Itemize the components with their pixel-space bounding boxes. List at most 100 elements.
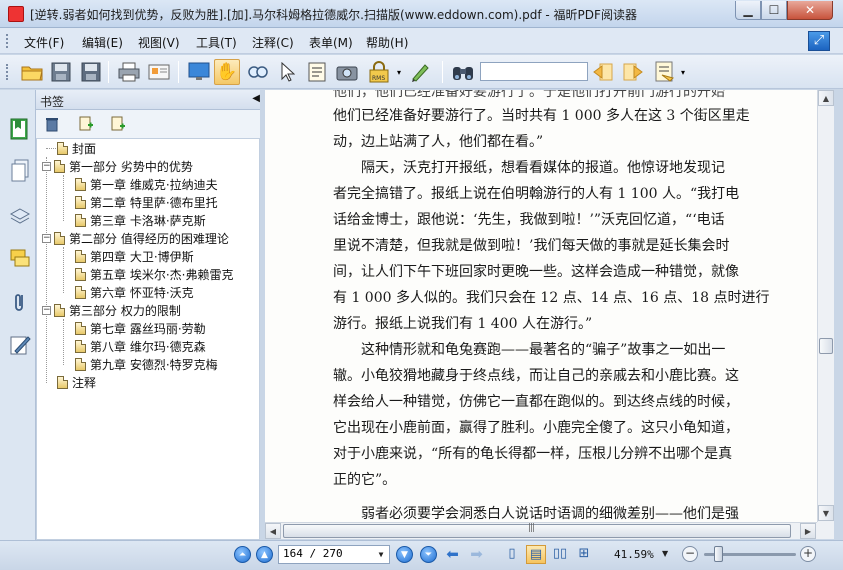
chevron-down-icon[interactable]: ▼ <box>375 548 387 561</box>
bookmark-item[interactable]: 第一章 维威克·拉纳迪夫 <box>75 175 218 193</box>
comments-icon[interactable] <box>9 248 31 270</box>
menu-file[interactable]: 文件(F) <box>24 34 64 51</box>
maximize-button[interactable]: ☐ <box>761 1 787 20</box>
collapse-toggle[interactable]: − <box>42 161 51 171</box>
collapse-panel-icon[interactable]: ◀ <box>252 93 260 104</box>
page-text-line: 游行。报纸上说我们有 1 400 人在游行。” <box>333 316 593 332</box>
document-view[interactable]: 他们，他们已经准备好要游行了。于是他们打开前门游行的开始 他们已经准备好要游行了… <box>265 90 817 522</box>
menu-tools[interactable]: 工具(T) <box>196 34 237 51</box>
page-text-line: 辙。小龟狡猾地藏身于终点线，而让自己的亲戚去和小鹿比赛。这 <box>333 368 739 384</box>
find-input[interactable] <box>480 62 588 81</box>
previous-page-icon[interactable]: ▲ <box>256 546 273 563</box>
bookmark-page-icon <box>75 339 86 353</box>
go-back-icon[interactable]: ⬅ <box>444 546 461 563</box>
continuous-facing-icon[interactable]: ⊞ <box>574 545 594 564</box>
toolbar-grip[interactable] <box>6 64 9 80</box>
binoculars-icon[interactable] <box>450 59 476 85</box>
text-select-icon[interactable] <box>304 59 330 85</box>
bookmark-item[interactable]: − 第三部分 权力的限制 <box>42 301 181 319</box>
select-arrow-icon[interactable] <box>274 59 300 85</box>
zoom-out-icon[interactable]: − <box>682 546 698 562</box>
menu-form[interactable]: 表单(M) <box>309 34 353 51</box>
bookmark-item[interactable]: 注释 <box>57 373 96 391</box>
go-forward-icon[interactable]: ➡ <box>468 546 485 563</box>
next-page-icon[interactable]: ▼ <box>396 546 413 563</box>
menu-view[interactable]: 视图(V) <box>138 34 180 51</box>
zoom-slider-thumb[interactable] <box>714 546 723 562</box>
add-bookmark-icon[interactable] <box>76 114 96 134</box>
close-button[interactable]: ✕ <box>787 1 833 20</box>
menu-comment[interactable]: 注释(C) <box>252 34 294 51</box>
layers-icon[interactable] <box>9 206 31 228</box>
find-next-icon[interactable] <box>620 59 646 85</box>
facing-pages-icon[interactable]: ▯▯ <box>550 545 570 564</box>
menu-help[interactable]: 帮助(H) <box>366 34 408 51</box>
vertical-scrollbar[interactable]: ▲ ▼ <box>817 90 834 522</box>
add-child-bookmark-icon[interactable] <box>108 114 128 134</box>
horizontal-scroll-thumb[interactable] <box>283 523 791 538</box>
scroll-right-arrow[interactable]: ▶ <box>800 523 816 539</box>
magnifier-icon[interactable] <box>245 59 271 85</box>
bookmark-page-icon <box>75 321 86 335</box>
pages-icon[interactable] <box>9 159 31 182</box>
bookmark-item[interactable]: 第九章 安德烈·特罗克梅 <box>75 355 218 373</box>
page-text-line: 间，让人们下午下班回家时更晚一些。这样会造成一种错觉，就像 <box>333 264 739 280</box>
delete-bookmark-icon[interactable] <box>42 114 62 134</box>
minimize-button[interactable]: ▁ <box>735 1 761 20</box>
typewriter-icon[interactable] <box>408 59 434 85</box>
bookmarks-icon[interactable] <box>9 118 31 140</box>
collapse-toggle[interactable]: − <box>42 305 51 315</box>
fullscreen-icon[interactable]: ⤢ <box>808 31 830 51</box>
print-icon[interactable] <box>116 59 142 85</box>
save-icon[interactable] <box>48 59 74 85</box>
bookmark-item[interactable]: − 第二部分 值得经历的困难理论 <box>42 229 229 247</box>
first-page-icon[interactable]: ⏶ <box>234 546 251 563</box>
snapshot-icon[interactable] <box>334 59 360 85</box>
page-text-line: 他们，他们已经准备好要游行了。于是他们打开前门游行的开始 <box>333 90 725 100</box>
chevron-down-icon[interactable]: ▾ <box>678 59 688 85</box>
security-icon[interactable]: RMS <box>366 59 392 85</box>
window-right-edge <box>834 90 843 540</box>
bookmark-item[interactable]: 第四章 大卫·博伊斯 <box>75 247 194 265</box>
menubar-grip[interactable] <box>6 34 9 48</box>
menu-edit[interactable]: 编辑(E) <box>82 34 123 51</box>
page-text-line: 对于小鹿来说，“所有的龟长得都一样，压根儿分辨不出哪个是真 <box>333 446 733 462</box>
page-text-line: 样会给人一种错觉，仿佛它一直都在跑似的。到达终点线的时候， <box>333 394 739 410</box>
bookmark-item[interactable]: 第三章 卡洛琳·萨克斯 <box>75 211 206 229</box>
chevron-down-icon[interactable]: ▼ <box>662 549 668 558</box>
save-as-icon[interactable] <box>78 59 104 85</box>
scroll-left-arrow[interactable]: ◀ <box>265 523 281 539</box>
signature-icon[interactable] <box>9 334 31 356</box>
single-page-icon[interactable]: ▯ <box>502 545 522 564</box>
page-text-line: 他们已经准备好要游行了。当时共有 1 000 多人在这 3 个街区里走 <box>333 108 750 124</box>
collapse-toggle[interactable]: − <box>42 233 51 243</box>
bookmark-page-icon <box>75 267 86 281</box>
scroll-down-arrow[interactable]: ▼ <box>818 505 834 521</box>
bookmark-label: 第三章 卡洛琳·萨克斯 <box>90 213 206 228</box>
bookmark-item[interactable]: − 第一部分 劣势中的优势 <box>42 157 193 175</box>
zoom-in-icon[interactable]: + <box>800 546 816 562</box>
bookmark-item[interactable]: 第七章 露丝玛丽·劳勒 <box>75 319 206 337</box>
find-prev-icon[interactable] <box>590 59 616 85</box>
bookmark-item[interactable]: 第二章 特里萨·德布里托 <box>75 193 218 211</box>
page-number-input[interactable]: 164 / 270 ▼ <box>278 545 390 564</box>
hand-tool-icon[interactable]: ✋ <box>214 59 240 85</box>
last-page-icon[interactable]: ⏷ <box>420 546 437 563</box>
bookmark-item[interactable]: 第五章 埃米尔·杰·弗赖雷克 <box>75 265 233 283</box>
bookmark-item[interactable]: 第八章 维尔玛·德克森 <box>75 337 206 355</box>
horizontal-scrollbar[interactable]: ◀ ▶ <box>265 522 817 539</box>
scroll-up-arrow[interactable]: ▲ <box>818 90 834 106</box>
scan-icon[interactable] <box>146 59 172 85</box>
highlight-icon[interactable] <box>652 59 678 85</box>
bookmark-toolbar <box>36 110 260 138</box>
bookmark-item[interactable]: 封面 <box>57 139 96 157</box>
zoom-level[interactable]: 41.59% <box>614 548 654 561</box>
attachment-icon[interactable] <box>9 292 31 314</box>
bookmark-page-icon <box>75 285 86 299</box>
open-folder-icon[interactable] <box>19 59 45 85</box>
chevron-down-icon[interactable]: ▾ <box>394 59 404 85</box>
bookmark-item[interactable]: 第六章 怀亚特·沃克 <box>75 283 194 301</box>
continuous-page-icon[interactable]: ▤ <box>526 545 546 564</box>
vertical-scroll-thumb[interactable] <box>819 338 833 354</box>
monitor-icon[interactable] <box>186 59 212 85</box>
